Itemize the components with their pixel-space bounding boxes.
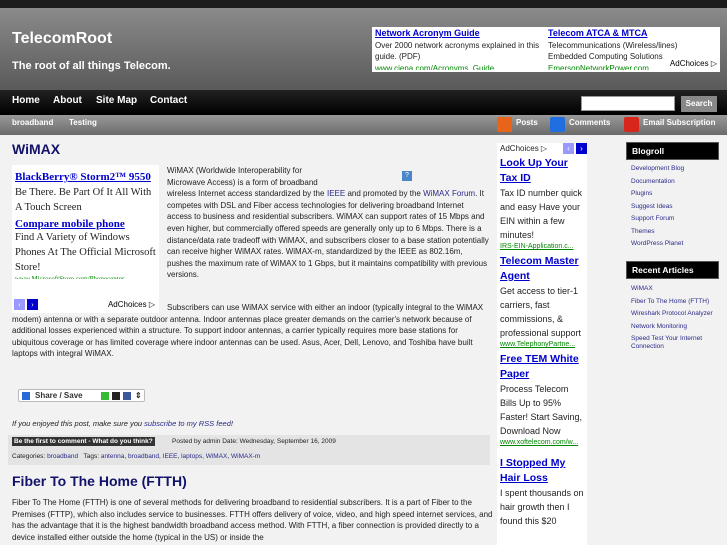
- side-ad[interactable]: Look Up Your Tax ID Tax ID number quick a…: [500, 156, 587, 252]
- tag-link[interactable]: WiMAX: [206, 453, 228, 460]
- blogroll-link[interactable]: Documentation: [631, 178, 721, 186]
- tag-link[interactable]: broadband: [128, 453, 159, 460]
- blogroll-list: Development Blog Documentation Plugins S…: [631, 165, 721, 253]
- search-input[interactable]: [581, 96, 675, 111]
- feed-posts[interactable]: Posts: [516, 118, 538, 127]
- rss-promo: If you enjoyed this post, make sure you …: [12, 419, 233, 428]
- feed-comments[interactable]: Comments: [569, 118, 610, 127]
- more-chevron-icon: ⇕: [135, 391, 142, 400]
- top-ad-text: Over 2000 network acronyms explained in …: [375, 40, 540, 62]
- inline-ad-text: Be There. Be Part Of It All With A Touch…: [15, 187, 152, 213]
- nav-site-map[interactable]: Site Map: [96, 95, 137, 106]
- post-meta: Be the first to comment - What do you th…: [8, 435, 490, 465]
- search-button[interactable]: Search: [681, 96, 717, 112]
- top-ad-text: Telecommunications (Wireless/lines) Embe…: [548, 40, 678, 62]
- rss-comments-icon[interactable]: [550, 117, 565, 132]
- top-ad-url[interactable]: www.ciena.com/Acronyms_Guide: [375, 63, 545, 70]
- side-ad-text: Get access to tier-1 carriers, fast comm…: [500, 286, 582, 338]
- facebook-icon: [123, 392, 131, 400]
- comment-button[interactable]: Be the first to comment - What do you th…: [12, 437, 155, 446]
- side-ad-text: Process Telecom Bills Up to 95% Faster! …: [500, 384, 583, 436]
- share-plus-icon: [22, 392, 30, 400]
- post-ftth-text: Fiber To The Home (FTTH) is one of sever…: [12, 498, 493, 542]
- side-ad-url[interactable]: IRS-EIN-Application.c...: [500, 242, 587, 252]
- recent-article-link[interactable]: Wireshark Protocol Analyzer: [631, 310, 716, 318]
- adchoices-link[interactable]: AdChoices ▷: [670, 59, 717, 68]
- adchoices-row: AdChoices ▷ ‹ ›: [500, 143, 587, 156]
- subscribe-rss-link[interactable]: subscribe to my RSS feed: [144, 419, 231, 428]
- side-ad-text: I spent thousands on hair growth then I …: [500, 488, 584, 526]
- inline-ad-title[interactable]: BlackBerry® Storm2™ 9550: [15, 171, 151, 183]
- post-paragraph-2: Subscribers can use WiMAX service with e…: [12, 303, 484, 359]
- blogroll-link[interactable]: WordPress Planet: [631, 240, 721, 248]
- adchoices-icon: ▷: [710, 59, 717, 68]
- post-title-wimax[interactable]: WiMAX: [12, 141, 60, 157]
- side-ad-url[interactable]: www.xoftelecom.com/w...: [500, 438, 587, 448]
- inline-ad-title[interactable]: Compare mobile phone: [15, 218, 156, 230]
- blogroll-link[interactable]: Support Forum: [631, 215, 721, 223]
- nav-home[interactable]: Home: [12, 95, 40, 106]
- side-ad-url[interactable]: www.TelephonyPartne...: [500, 340, 587, 350]
- recent-article-link[interactable]: Network Monitoring: [631, 323, 716, 331]
- top-ad-banner: Network Acronym Guide Over 2000 network …: [372, 27, 720, 72]
- share-save-button[interactable]: Share / Save ⇕: [18, 389, 145, 402]
- recent-article-link[interactable]: Speed Test Your Internet Connection: [631, 335, 716, 351]
- tag-link[interactable]: WiMAX-m: [231, 453, 260, 460]
- blogroll-link[interactable]: Suggest Ideas: [631, 203, 721, 211]
- feed-email[interactable]: Email Subscription: [643, 118, 715, 127]
- blogroll-link[interactable]: Themes: [631, 228, 721, 236]
- recent-articles-list: WiMAX Fiber To The Home (FTTH) Wireshark…: [631, 285, 716, 356]
- email-subscription-icon[interactable]: [624, 117, 639, 132]
- sub-nav: broadband Testing Posts Comments Email S…: [0, 115, 727, 135]
- side-ad[interactable]: Free TEM White Paper Process Telecom Bill…: [500, 352, 587, 448]
- sidebar-ads: AdChoices ▷ ‹ › Look Up Your Tax ID Tax I…: [497, 143, 587, 545]
- posted-info: Posted by admin Date: Wednesday, Septemb…: [172, 438, 336, 445]
- top-ad-1[interactable]: Network Acronym Guide Over 2000 network …: [375, 28, 545, 70]
- inline-ad-url[interactable]: www.MicrosoftStore.com/Phonecenter: [15, 275, 156, 279]
- inline-ad: BlackBerry® Storm2™ 9550 Be There. Be Pa…: [12, 165, 159, 313]
- recent-article-link[interactable]: WiMAX: [631, 285, 716, 293]
- next-ad-icon[interactable]: ›: [576, 143, 587, 154]
- blogroll-link[interactable]: Plugins: [631, 190, 721, 198]
- categories-tags: Categories: broadband Tags: antenna, bro…: [12, 453, 261, 460]
- side-ad-title[interactable]: Look Up Your Tax ID: [500, 156, 587, 186]
- category-link[interactable]: broadband: [47, 453, 78, 460]
- subnav-broadband[interactable]: broadband: [12, 118, 53, 127]
- tag-link[interactable]: laptops: [181, 453, 202, 460]
- recent-articles-title: Recent Articles: [626, 261, 719, 279]
- side-ad-title[interactable]: Free TEM White Paper: [500, 352, 587, 382]
- tag-link[interactable]: IEEE: [163, 453, 178, 460]
- top-ad-title[interactable]: Telecom ATCA & MTCA: [548, 28, 648, 38]
- nav-about[interactable]: About: [53, 95, 82, 106]
- side-ad-text: Tax ID number quick and easy Have your E…: [500, 188, 583, 240]
- top-band: [0, 0, 727, 8]
- subnav-testing[interactable]: Testing: [69, 118, 97, 127]
- rss-posts-icon[interactable]: [497, 117, 512, 132]
- ieee-link[interactable]: IEEE: [327, 189, 345, 198]
- site-title[interactable]: TelecomRoot: [12, 30, 112, 48]
- inline-ad-text: Find A Variety of Windows Phones At The …: [15, 232, 156, 273]
- adchoices-link[interactable]: AdChoices ▷: [500, 144, 547, 153]
- post-title-ftth[interactable]: Fiber To The Home (FTTH): [12, 473, 187, 489]
- side-ad-title[interactable]: I Stopped My Hair Loss: [500, 456, 587, 486]
- top-ad-title[interactable]: Network Acronym Guide: [375, 28, 480, 38]
- wimax-forum-link[interactable]: WiMAX Forum: [423, 189, 475, 198]
- email-share-icon: [101, 392, 109, 400]
- post-paragraph-1: WiMAX (Worldwide Interoperability for Mi…: [167, 166, 489, 280]
- site-tagline: The root of all things Telecom.: [12, 60, 171, 72]
- prev-ad-icon[interactable]: ‹: [563, 143, 574, 154]
- p1-start: WiMAX (Worldwide Interoperability for Mi…: [167, 166, 325, 199]
- delicious-icon: [112, 392, 120, 400]
- recent-article-link[interactable]: Fiber To The Home (FTTH): [631, 298, 716, 306]
- side-ad-title[interactable]: Telecom Master Agent: [500, 254, 587, 284]
- blogroll-link[interactable]: Development Blog: [631, 165, 721, 173]
- side-ad[interactable]: Telecom Master Agent Get access to tier-1…: [500, 254, 587, 350]
- side-ad[interactable]: I Stopped My Hair Loss I spent thousands …: [500, 456, 587, 528]
- tag-link[interactable]: antenna: [101, 453, 125, 460]
- blogroll-title: Blogroll: [626, 142, 719, 160]
- nav-contact[interactable]: Contact: [150, 95, 187, 106]
